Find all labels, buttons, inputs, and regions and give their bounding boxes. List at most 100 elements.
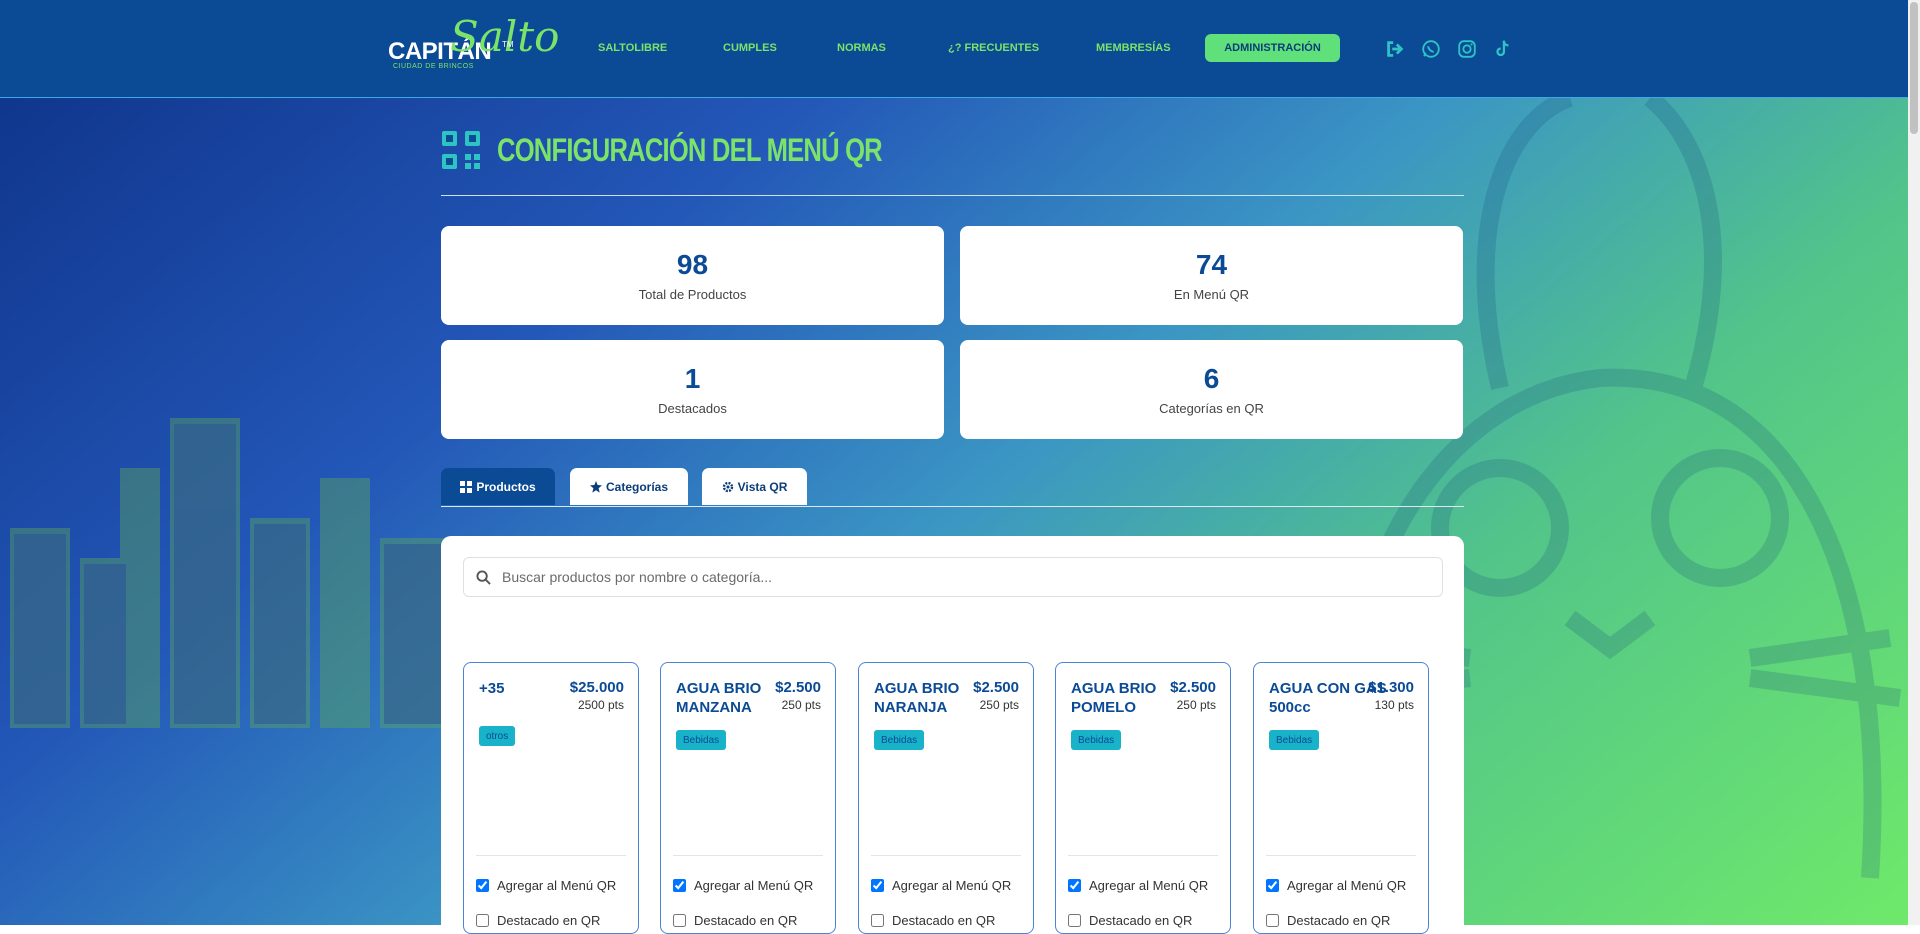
gear-icon [722, 481, 733, 492]
tabs-divider [441, 506, 1464, 507]
stat-value: 74 [1195, 249, 1228, 280]
capitan-salto-logo[interactable]: CAPITÁN Salto TM CIUDAD DE BRINCOS [388, 12, 559, 82]
logo-tagline: CIUDAD DE BRINCOS [393, 63, 474, 70]
product-name: AGUA BRIO POMELO [1071, 680, 1157, 716]
stat-label: En Menú QR [1173, 287, 1250, 302]
nav-membresias[interactable]: MEMBRESÍAS [1096, 42, 1171, 54]
card-divider [871, 855, 1021, 856]
product-card: AGUA CON GAS 500cc $1.300 130 pts Bebida… [1253, 662, 1429, 934]
page-scrollbar[interactable] [1908, 0, 1920, 925]
featured-in-qr-checkbox[interactable] [1266, 914, 1279, 927]
card-divider [1266, 855, 1416, 856]
product-price: $2.500 [775, 679, 821, 696]
checkbox-label: Agregar al Menú QR [1287, 878, 1407, 893]
add-to-qr-menu-toggle[interactable]: Agregar al Menú QR [673, 878, 813, 893]
product-price: $2.500 [1170, 679, 1216, 696]
search-box[interactable] [463, 557, 1443, 597]
tab-label: Categorías [605, 479, 669, 494]
title-divider [441, 195, 1464, 196]
whatsapp-icon[interactable] [1420, 38, 1442, 60]
product-price: $1.300 [1368, 679, 1414, 696]
featured-in-qr-checkbox[interactable] [476, 914, 489, 927]
card-divider [476, 855, 626, 856]
add-to-qr-menu-toggle[interactable]: Agregar al Menú QR [1266, 878, 1406, 893]
featured-in-qr-toggle[interactable]: Destacado en QR [476, 913, 600, 928]
featured-in-qr-checkbox[interactable] [871, 914, 884, 927]
search-input[interactable] [500, 558, 1434, 596]
featured-in-qr-toggle[interactable]: Destacado en QR [871, 913, 995, 928]
nav-cumples[interactable]: CUMPLES [723, 42, 777, 54]
stat-label: Total de Productos [638, 287, 747, 302]
page-header: CONFIGURACIÓN DEL MENÚ QR [441, 128, 978, 172]
logo-tm: TM [502, 40, 514, 49]
product-points: 130 pts [1374, 698, 1414, 712]
featured-in-qr-toggle[interactable]: Destacado en QR [1068, 913, 1192, 928]
add-to-qr-menu-checkbox[interactable] [673, 879, 686, 892]
qr-code-icon [442, 131, 480, 169]
stat-value: 98 [676, 249, 709, 280]
checkbox-label: Destacado en QR [1287, 913, 1391, 928]
product-points: 2500 pts [577, 698, 624, 712]
category-badge: otros [479, 726, 516, 746]
featured-in-qr-checkbox[interactable] [1068, 914, 1081, 927]
tab-productos[interactable]: Productos [441, 468, 555, 505]
admin-button[interactable]: ADMINISTRACIÓN [1205, 34, 1340, 62]
checkbox-label: Destacado en QR [497, 913, 601, 928]
stat-label: Categorías en QR [1159, 401, 1264, 416]
tab-label: Vista QR [737, 479, 788, 494]
logout-icon[interactable] [1384, 38, 1406, 60]
add-to-qr-menu-toggle[interactable]: Agregar al Menú QR [476, 878, 616, 893]
checkbox-label: Destacado en QR [892, 913, 996, 928]
search-icon [476, 570, 491, 585]
stat-card-total-products: 98 Total de Productos [441, 226, 944, 325]
category-badge: Bebidas [1269, 730, 1320, 750]
featured-in-qr-checkbox[interactable] [673, 914, 686, 927]
nav-saltolibre[interactable]: SALTOLIBRE [598, 42, 667, 54]
page-title: CONFIGURACIÓN DEL MENÚ QR [497, 131, 883, 168]
top-navbar: CAPITÁN Salto TM CIUDAD DE BRINCOS SALTO… [0, 0, 1908, 98]
nav-frecuentes[interactable]: ¿? FRECUENTES [948, 42, 1039, 54]
category-badge: Bebidas [676, 730, 727, 750]
nav-normas[interactable]: NORMAS [837, 42, 886, 54]
add-to-qr-menu-toggle[interactable]: Agregar al Menú QR [871, 878, 1011, 893]
stat-value: 6 [1203, 363, 1220, 394]
stat-card-in-qr-menu: 74 En Menú QR [960, 226, 1463, 325]
product-card: AGUA BRIO POMELO $2.500 250 pts Bebidas … [1055, 662, 1231, 934]
product-card: +35 $25.000 2500 pts otros Agregar al Me… [463, 662, 639, 934]
checkbox-label: Destacado en QR [1089, 913, 1193, 928]
stat-value: 1 [684, 363, 701, 394]
checkbox-label: Destacado en QR [694, 913, 798, 928]
add-to-qr-menu-checkbox[interactable] [476, 879, 489, 892]
product-points: 250 pts [979, 698, 1019, 712]
checkbox-label: Agregar al Menú QR [1089, 878, 1209, 893]
tab-vista-qr[interactable]: Vista QR [702, 468, 807, 505]
stat-card-featured: 1 Destacados [441, 340, 944, 439]
product-price: $25.000 [569, 679, 624, 696]
product-points: 250 pts [1176, 698, 1216, 712]
product-name: AGUA BRIO MANZANA [676, 680, 762, 716]
stat-label: Destacados [658, 401, 727, 416]
featured-in-qr-toggle[interactable]: Destacado en QR [1266, 913, 1390, 928]
stat-card-categories-in-qr: 6 Categorías en QR [960, 340, 1463, 439]
category-badge: Bebidas [1071, 730, 1122, 750]
instagram-icon[interactable] [1456, 38, 1478, 60]
add-to-qr-menu-checkbox[interactable] [871, 879, 884, 892]
tab-categorias[interactable]: Categorías [570, 468, 688, 505]
product-card: AGUA BRIO MANZANA $2.500 250 pts Bebidas… [660, 662, 836, 934]
logo-script-text: Salto [450, 12, 560, 61]
tiktok-icon[interactable] [1492, 38, 1514, 60]
card-divider [673, 855, 823, 856]
scrollbar-thumb[interactable] [1910, 2, 1918, 134]
add-to-qr-menu-checkbox[interactable] [1068, 879, 1081, 892]
product-name: AGUA BRIO NARANJA [874, 680, 960, 716]
star-icon [589, 480, 602, 493]
product-name: +35 [479, 680, 505, 697]
city-skyline-decoration [10, 418, 450, 728]
checkbox-label: Agregar al Menú QR [694, 878, 814, 893]
product-card: AGUA BRIO NARANJA $2.500 250 pts Bebidas… [858, 662, 1034, 934]
add-to-qr-menu-checkbox[interactable] [1266, 879, 1279, 892]
product-price: $2.500 [973, 679, 1019, 696]
add-to-qr-menu-toggle[interactable]: Agregar al Menú QR [1068, 878, 1208, 893]
featured-in-qr-toggle[interactable]: Destacado en QR [673, 913, 797, 928]
search-panel [441, 536, 1464, 620]
